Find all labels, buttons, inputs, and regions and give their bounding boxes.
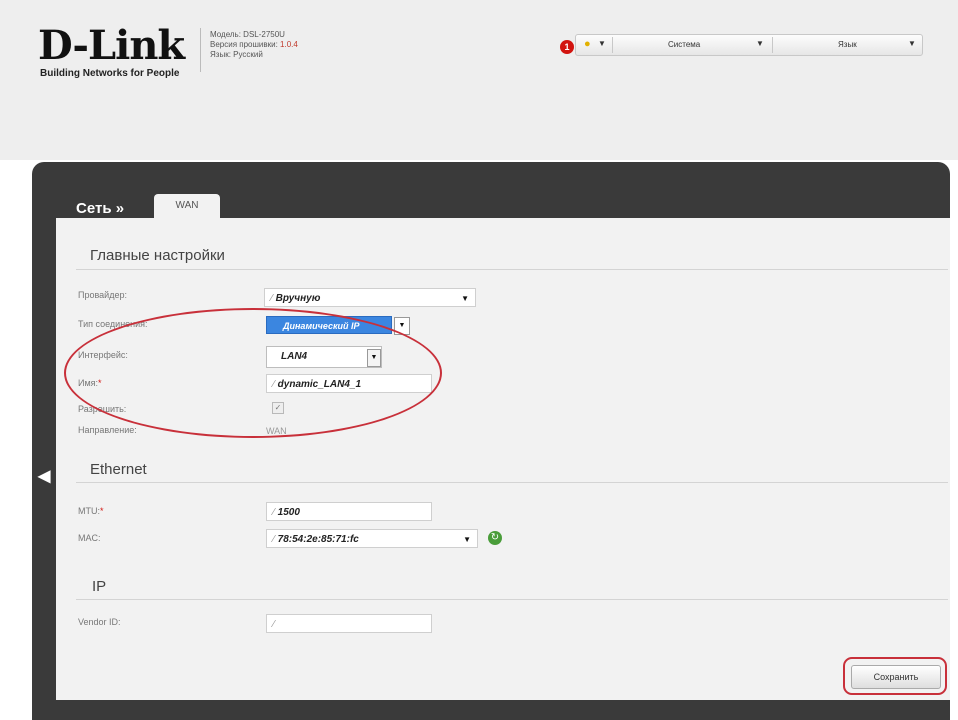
tab-wan[interactable]: WAN [154, 194, 220, 218]
divider [772, 37, 773, 53]
model-text: Модель: DSL-2750U [210, 30, 285, 39]
notification-badge[interactable]: 1 [560, 40, 574, 54]
divider [612, 37, 613, 53]
dlink-logo: D-Link [38, 22, 185, 69]
chevron-down-icon[interactable]: ▼ [908, 39, 916, 48]
logo-tagline: Building Networks for People [40, 68, 180, 79]
mac-select[interactable]: ⁄ 78:54:2e:85:71:fc ▼ [266, 529, 478, 548]
direction-label: Направление: [78, 425, 137, 435]
vendor-id-field[interactable]: ⁄ [266, 614, 432, 633]
back-arrow-icon[interactable]: ◀ [38, 466, 50, 486]
provider-select[interactable]: ⁄ Вручную ▼ [264, 288, 476, 307]
section-title-ethernet: Ethernet [90, 461, 147, 478]
provider-label: Провайдер: [78, 290, 127, 300]
chevron-down-icon: ▼ [461, 294, 469, 303]
device-info: Модель: DSL-2750U Версия прошивки: 1.0.4… [210, 30, 298, 60]
top-controls: ● ▼ Система ▼ Язык ▼ [575, 34, 923, 56]
pencil-icon: ⁄ [273, 507, 275, 518]
lightbulb-icon[interactable]: ● [584, 38, 591, 50]
save-button[interactable]: Сохранить [851, 665, 941, 689]
chevron-down-icon: ▼ [463, 535, 471, 544]
pencil-icon: ⁄ [273, 534, 275, 545]
system-menu[interactable]: Система [668, 40, 700, 49]
highlight-annotation [64, 308, 442, 438]
mtu-field[interactable]: ⁄ 1500 [266, 502, 432, 521]
pencil-icon: ⁄ [271, 293, 273, 304]
breadcrumb-section[interactable]: Сеть » [76, 200, 124, 217]
language-text: Язык: Русский [210, 50, 263, 59]
language-menu[interactable]: Язык [838, 40, 857, 49]
content-area [56, 218, 950, 700]
mac-label: MAC: [78, 533, 101, 543]
firmware-text: Версия прошивки: 1.0.4 [210, 40, 298, 49]
vendor-id-label: Vendor ID: [78, 617, 121, 627]
pencil-icon: ⁄ [273, 619, 275, 630]
header-divider [200, 28, 201, 72]
chevron-down-icon[interactable]: ▼ [598, 39, 606, 48]
chevron-down-icon[interactable]: ▼ [756, 39, 764, 48]
mtu-label: MTU:* [78, 506, 104, 516]
clone-mac-icon[interactable]: ↻ [488, 531, 502, 545]
section-divider [76, 482, 948, 483]
section-title-main: Главные настройки [90, 247, 225, 264]
section-divider [76, 599, 948, 600]
section-title-ip: IP [92, 578, 107, 595]
section-divider [76, 269, 948, 270]
